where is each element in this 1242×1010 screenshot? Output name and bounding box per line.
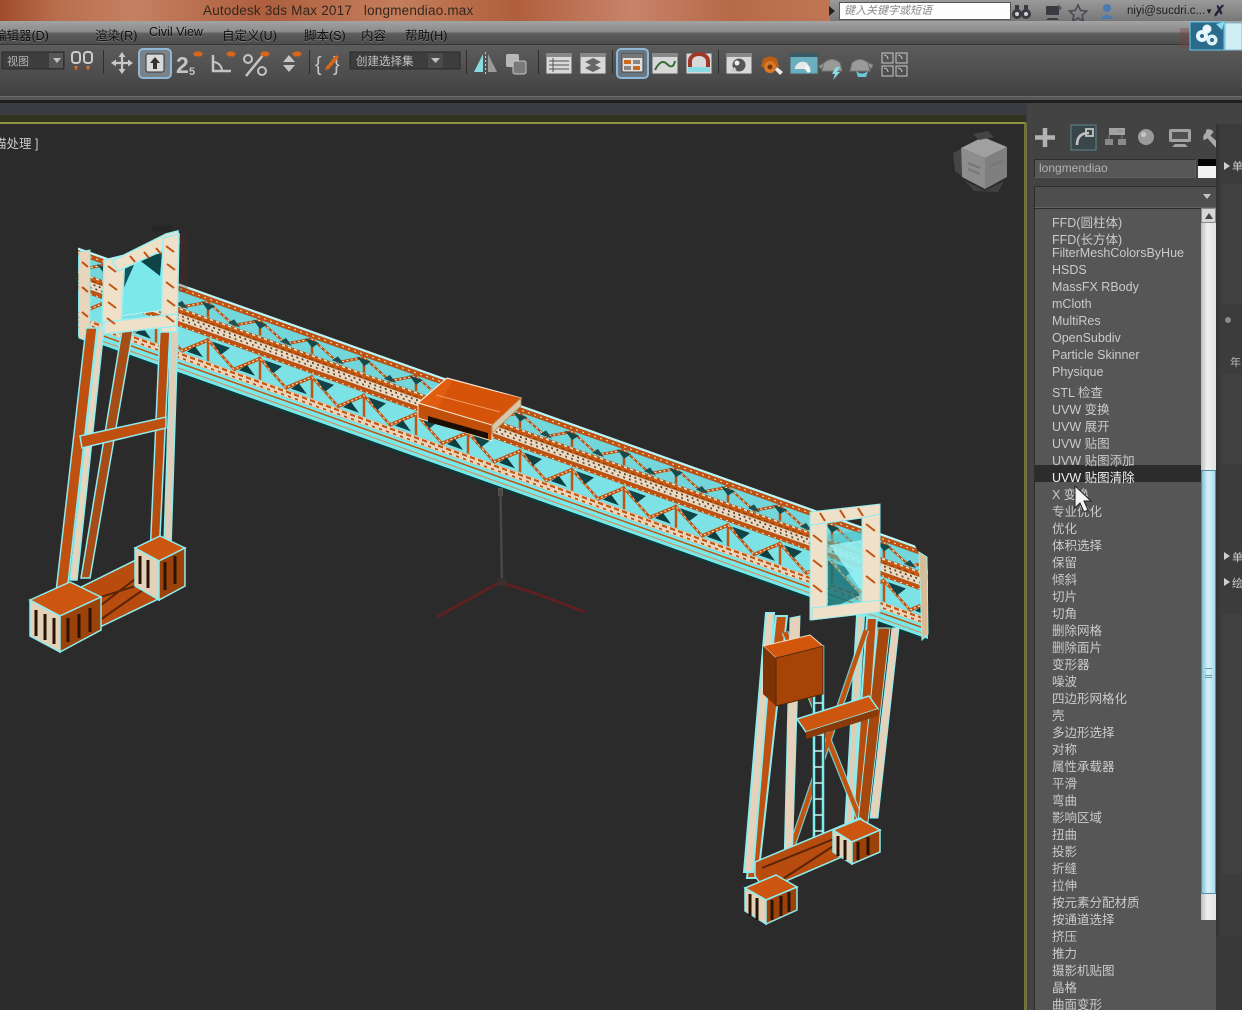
svg-text:单: 单 bbox=[1232, 551, 1242, 564]
svg-text:视图: 视图 bbox=[7, 54, 29, 68]
svg-text:绘: 绘 bbox=[1232, 576, 1242, 590]
svg-text:2: 2 bbox=[176, 52, 189, 78]
svg-text:单: 单 bbox=[1232, 160, 1242, 173]
svg-text:{: { bbox=[315, 54, 322, 76]
svg-text:创建选择集: 创建选择集 bbox=[356, 54, 414, 68]
svg-text:5: 5 bbox=[189, 66, 195, 78]
svg-text:年: 年 bbox=[1230, 355, 1241, 369]
